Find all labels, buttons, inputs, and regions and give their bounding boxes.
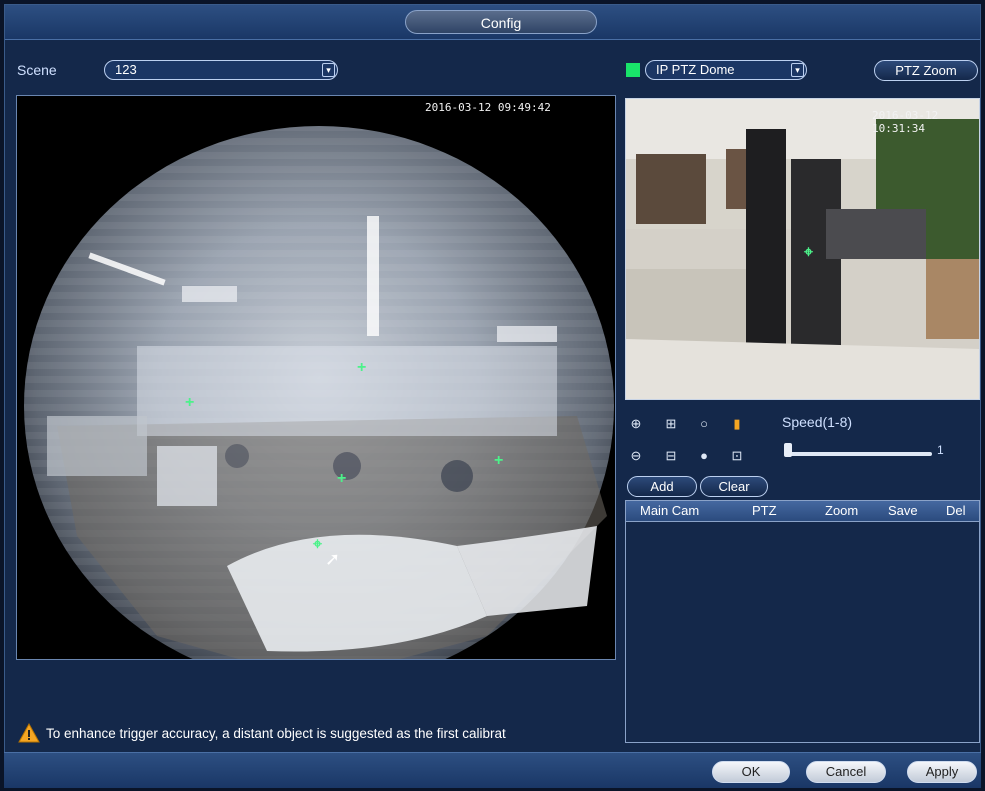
hand-icon[interactable]: ▮	[729, 416, 745, 432]
selection-cursor-marker: ⌖	[313, 536, 323, 553]
calibration-table: Main Cam PTZ Zoom Save Del	[625, 500, 980, 743]
ptz-timestamp: 2016-03-12 10:31:34	[872, 109, 939, 135]
calibration-point-marker: +	[357, 359, 367, 376]
calibration-point-marker: +	[337, 470, 347, 487]
zoom-in-icon[interactable]: ⊕	[628, 416, 644, 432]
ptz-zoom-button[interactable]: PTZ Zoom	[874, 60, 978, 81]
calibration-point-marker: +	[494, 452, 504, 469]
iris-close-icon[interactable]: ●	[696, 448, 712, 464]
window-title: Config	[405, 10, 597, 34]
fisheye-image	[24, 126, 614, 659]
column-header-zoom[interactable]: Zoom	[825, 503, 858, 518]
ptz-target-marker: ⌖	[804, 244, 814, 261]
scene-label: Scene	[17, 62, 57, 78]
speed-slider-track[interactable]	[784, 452, 932, 456]
iris-open-icon[interactable]: ○	[696, 416, 712, 432]
ptz-camera-view[interactable]: 2016-03-12 10:31:34 ⌖	[625, 98, 980, 400]
speed-slider-thumb[interactable]	[784, 443, 792, 457]
main-camera-view[interactable]: 2016-03-12 09:49:42 + + + + ⌖ ➚	[16, 95, 616, 660]
scene-select[interactable]: 123 ▾	[104, 60, 338, 80]
title-bar: Config	[5, 5, 980, 40]
speed-label: Speed(1-8)	[782, 414, 853, 430]
device-select-value: IP PTZ Dome	[656, 62, 735, 77]
device-select[interactable]: IP PTZ Dome ▾	[645, 60, 807, 80]
calibration-point-marker: +	[185, 394, 195, 411]
table-header: Main Cam PTZ Zoom Save Del	[626, 501, 979, 522]
add-button[interactable]: Add	[627, 476, 697, 497]
cancel-button[interactable]: Cancel	[806, 761, 886, 783]
main-timestamp: 2016-03-12 09:49:42	[425, 101, 551, 114]
zoom-out-icon[interactable]: ⊖	[628, 448, 644, 464]
mouse-pointer-icon: ➚	[325, 549, 341, 569]
apply-button[interactable]: Apply	[907, 761, 977, 783]
scene-select-value: 123	[115, 62, 137, 77]
warning-text: To enhance trigger accuracy, a distant o…	[46, 725, 506, 741]
column-header-main-cam[interactable]: Main Cam	[640, 503, 699, 518]
dropdown-arrow-icon[interactable]: ▾	[791, 63, 804, 77]
ok-button[interactable]: OK	[712, 761, 790, 783]
footer-bar: OK Cancel Apply	[4, 752, 981, 788]
box-zoom-icon[interactable]: ⊡	[729, 448, 745, 464]
warning-icon	[18, 723, 40, 743]
column-header-save[interactable]: Save	[888, 503, 918, 518]
device-color-indicator	[626, 63, 640, 77]
column-header-ptz[interactable]: PTZ	[752, 503, 777, 518]
focus-near-icon[interactable]: ⊞	[663, 416, 679, 432]
clear-button[interactable]: Clear	[700, 476, 768, 497]
column-header-del[interactable]: Del	[946, 503, 966, 518]
focus-far-icon[interactable]: ⊟	[663, 448, 679, 464]
speed-value: 1	[937, 443, 944, 457]
warning-message: To enhance trigger accuracy, a distant o…	[18, 722, 506, 744]
dropdown-arrow-icon[interactable]: ▾	[322, 63, 335, 77]
ptz-image	[626, 99, 979, 399]
